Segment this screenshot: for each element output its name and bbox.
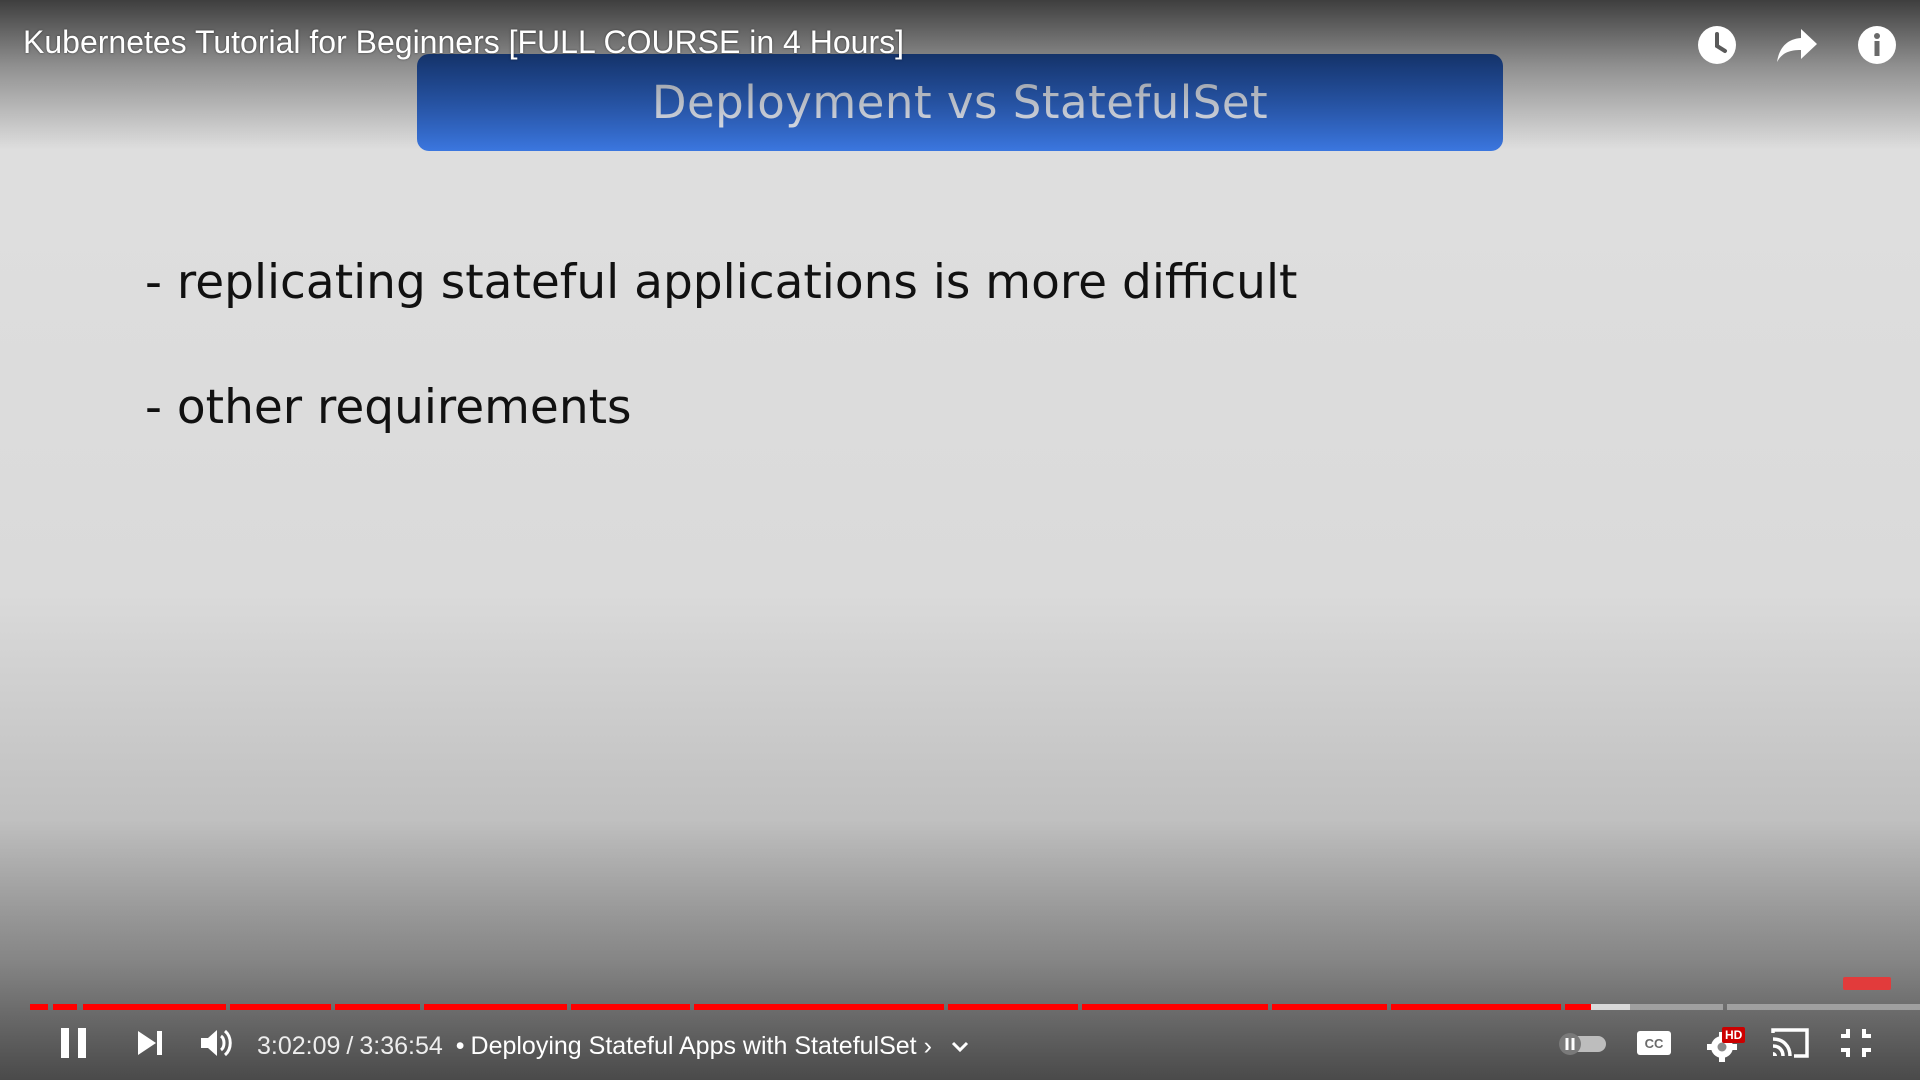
cast-icon	[1768, 1021, 1812, 1070]
captions-icon: CC	[1634, 1023, 1674, 1068]
chapter-arrow: ›	[923, 1032, 932, 1060]
slide-bullet-2: - other requirements	[145, 380, 632, 435]
played-fill	[424, 1004, 567, 1010]
slide-bullet-1: - replicating stateful applications is m…	[145, 255, 1298, 310]
current-time: 3:02:09	[257, 1032, 341, 1060]
subscribe-watermark[interactable]	[1843, 977, 1891, 990]
chapter-segment[interactable]	[335, 1004, 420, 1010]
chapter-segment[interactable]	[1565, 1004, 1723, 1010]
exit-fullscreen-icon	[1834, 1021, 1878, 1070]
autoplay-toggle[interactable]	[1554, 1020, 1610, 1070]
chapter-title: Deploying Stateful Apps with StatefulSet	[470, 1032, 917, 1060]
chapter-segment[interactable]	[1272, 1004, 1387, 1010]
top-right-controls	[1694, 22, 1900, 68]
played-fill	[1082, 1004, 1268, 1010]
hd-badge: HD	[1722, 1027, 1746, 1043]
time-display: 3:02:09/3:36:54 • Deploying Stateful Apps…	[257, 1032, 932, 1061]
played-fill	[335, 1004, 420, 1010]
played-fill	[1391, 1004, 1561, 1010]
captions-label: CC	[1645, 1036, 1664, 1051]
chapter-segment[interactable]	[424, 1004, 567, 1010]
video-frame[interactable]: Deployment vs StatefulSet - replicating …	[0, 0, 1920, 1080]
cast-button[interactable]	[1768, 1020, 1812, 1070]
chapters-dropdown-button[interactable]	[948, 1024, 972, 1074]
next-icon	[128, 1021, 172, 1070]
settings-icon: HD	[1702, 1023, 1746, 1067]
chevron-down-icon	[948, 1035, 972, 1064]
played-fill	[1565, 1004, 1591, 1010]
chapter-segment[interactable]	[30, 1004, 48, 1010]
slide-title: Deployment vs StatefulSet	[651, 76, 1269, 129]
chapter-segment[interactable]	[230, 1004, 331, 1010]
settings-button[interactable]: HD	[1702, 1020, 1746, 1070]
share-icon[interactable]	[1774, 22, 1820, 68]
slide-title-banner: Deployment vs StatefulSet	[417, 54, 1503, 151]
played-fill	[571, 1004, 690, 1010]
volume-button[interactable]	[194, 1020, 238, 1070]
chapter-segment[interactable]	[948, 1004, 1078, 1010]
progress-bar[interactable]	[30, 1004, 1920, 1010]
played-fill	[948, 1004, 1078, 1010]
played-fill	[1272, 1004, 1387, 1010]
chapter-segment[interactable]	[1082, 1004, 1268, 1010]
info-icon[interactable]	[1854, 22, 1900, 68]
duration: 3:36:54	[359, 1032, 443, 1060]
captions-button[interactable]: CC	[1634, 1020, 1674, 1070]
time-separator: /	[346, 1032, 354, 1060]
exit-fullscreen-button[interactable]	[1834, 1020, 1878, 1070]
chapter-segment[interactable]	[571, 1004, 690, 1010]
played-fill	[30, 1004, 48, 1010]
chapter-segment[interactable]	[1727, 1004, 1920, 1010]
chapter-bullet: •	[455, 1032, 465, 1060]
video-title[interactable]: Kubernetes Tutorial for Beginners [FULL …	[23, 24, 904, 61]
chapter-segment[interactable]	[694, 1004, 944, 1010]
played-fill	[694, 1004, 944, 1010]
pause-button[interactable]	[52, 1020, 96, 1070]
pause-icon	[52, 1021, 96, 1070]
played-fill	[83, 1004, 226, 1010]
chapter-segment[interactable]	[53, 1004, 77, 1010]
played-fill	[53, 1004, 77, 1010]
chapter-segment[interactable]	[83, 1004, 226, 1010]
chapter-link[interactable]: • Deploying Stateful Apps with StatefulSe…	[450, 1032, 932, 1060]
next-button[interactable]	[128, 1020, 172, 1070]
buffer-fill	[1590, 1004, 1630, 1010]
watch-later-icon[interactable]	[1694, 22, 1740, 68]
played-fill	[230, 1004, 331, 1010]
autoplay-toggle-icon	[1554, 1028, 1610, 1063]
volume-icon	[194, 1021, 238, 1070]
chapter-segment[interactable]	[1391, 1004, 1561, 1010]
